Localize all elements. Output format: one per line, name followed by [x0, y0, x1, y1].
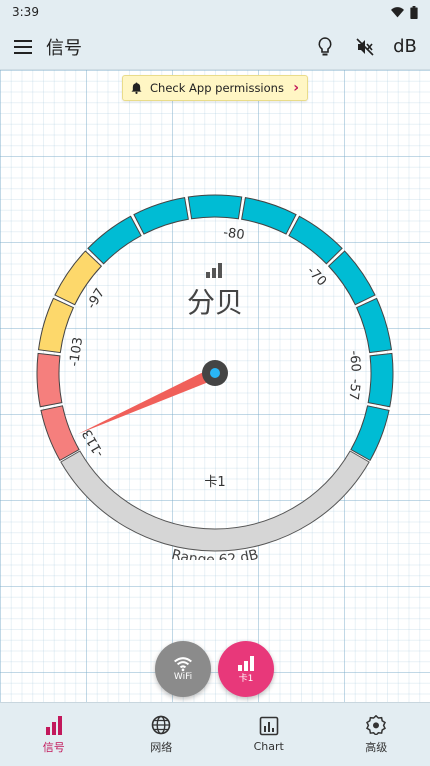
wifi-icon	[174, 657, 192, 672]
banner-text: Check App permissions	[150, 81, 284, 95]
gauge-segment	[350, 405, 390, 462]
menu-icon	[14, 39, 32, 54]
globe-icon	[151, 715, 171, 734]
gauge-segment	[36, 352, 63, 408]
lightbulb-icon	[318, 36, 332, 55]
gauge-unit-label: 分贝	[187, 286, 243, 319]
gauge-scale-label: -80	[222, 225, 245, 243]
gauge-segment	[327, 250, 376, 306]
gauge-scale-label: -57	[345, 378, 362, 401]
gauge-scale-label: -60	[346, 350, 363, 372]
gauge-range-band	[60, 450, 370, 552]
gauge-segment	[355, 297, 393, 354]
tips-button[interactable]	[312, 34, 338, 60]
nav-item-network[interactable]: 网络	[108, 703, 216, 766]
settings-badge-icon	[366, 714, 387, 735]
nav-label-network: 网络	[150, 740, 173, 754]
nav-item-advanced[interactable]: 高级	[323, 703, 430, 766]
chart-icon	[259, 716, 279, 736]
battery-status-icon	[410, 5, 418, 19]
status-bar: 3:39	[0, 0, 430, 24]
status-time: 3:39	[12, 5, 39, 19]
status-icons	[391, 5, 418, 19]
bottom-navigation: 信号 网络 Chart 高级	[0, 702, 430, 766]
sim-fab-label: 卡1	[238, 673, 254, 684]
gauge-segment	[187, 194, 243, 220]
volume-off-icon	[356, 37, 374, 56]
gauge-sim-label: 卡1	[204, 475, 225, 490]
nav-item-chart[interactable]: Chart	[215, 703, 323, 766]
gauge-segment	[133, 197, 189, 235]
signal-bars-icon	[45, 715, 62, 735]
gauge-scale-label: -103	[67, 336, 86, 367]
app-actions: dB	[312, 34, 418, 60]
gauge-needle	[77, 360, 228, 435]
nav-label-chart: Chart	[253, 740, 284, 753]
gauge-segment	[87, 215, 142, 265]
db-unit-button[interactable]: dB	[392, 34, 418, 60]
gauge-segment	[367, 352, 394, 408]
wifi-fab-label: WiFi	[173, 672, 193, 682]
gauge-hub-dot	[210, 368, 220, 378]
permissions-banner[interactable]: Check App permissions ›	[122, 75, 308, 101]
nav-label-advanced: 高级	[365, 740, 388, 754]
gauge-segment	[288, 215, 343, 265]
chevron-right-icon: ›	[293, 80, 299, 96]
cell-signal-icon	[238, 655, 254, 671]
sim-fab[interactable]: 卡1	[218, 641, 274, 697]
gauge-scale-label: -97	[84, 286, 108, 312]
mute-button[interactable]	[352, 34, 378, 60]
gauge-segment	[37, 297, 75, 354]
gauge-scale-labels: -113-103-97-80-70-60-57	[67, 225, 363, 459]
page-title: 信号	[46, 37, 82, 59]
menu-button[interactable]	[12, 36, 34, 58]
signal-gauge: -113-103-97-80-70-60-57 分贝 卡1 Range 62 d…	[36, 194, 394, 560]
gauge-segment	[40, 405, 80, 462]
nav-label-signal: 信号	[42, 740, 65, 754]
wifi-status-icon	[391, 7, 404, 18]
app-bar: 信号 dB	[0, 24, 430, 70]
nav-item-signal[interactable]: 信号	[0, 703, 108, 766]
gauge-scale-label: -70	[304, 264, 330, 290]
gauge-needle-pointer	[77, 367, 218, 435]
signal-strength-icon	[206, 263, 222, 278]
bell-icon	[131, 82, 142, 94]
gauge-segment	[241, 197, 297, 235]
wifi-fab[interactable]: WiFi	[155, 641, 211, 697]
